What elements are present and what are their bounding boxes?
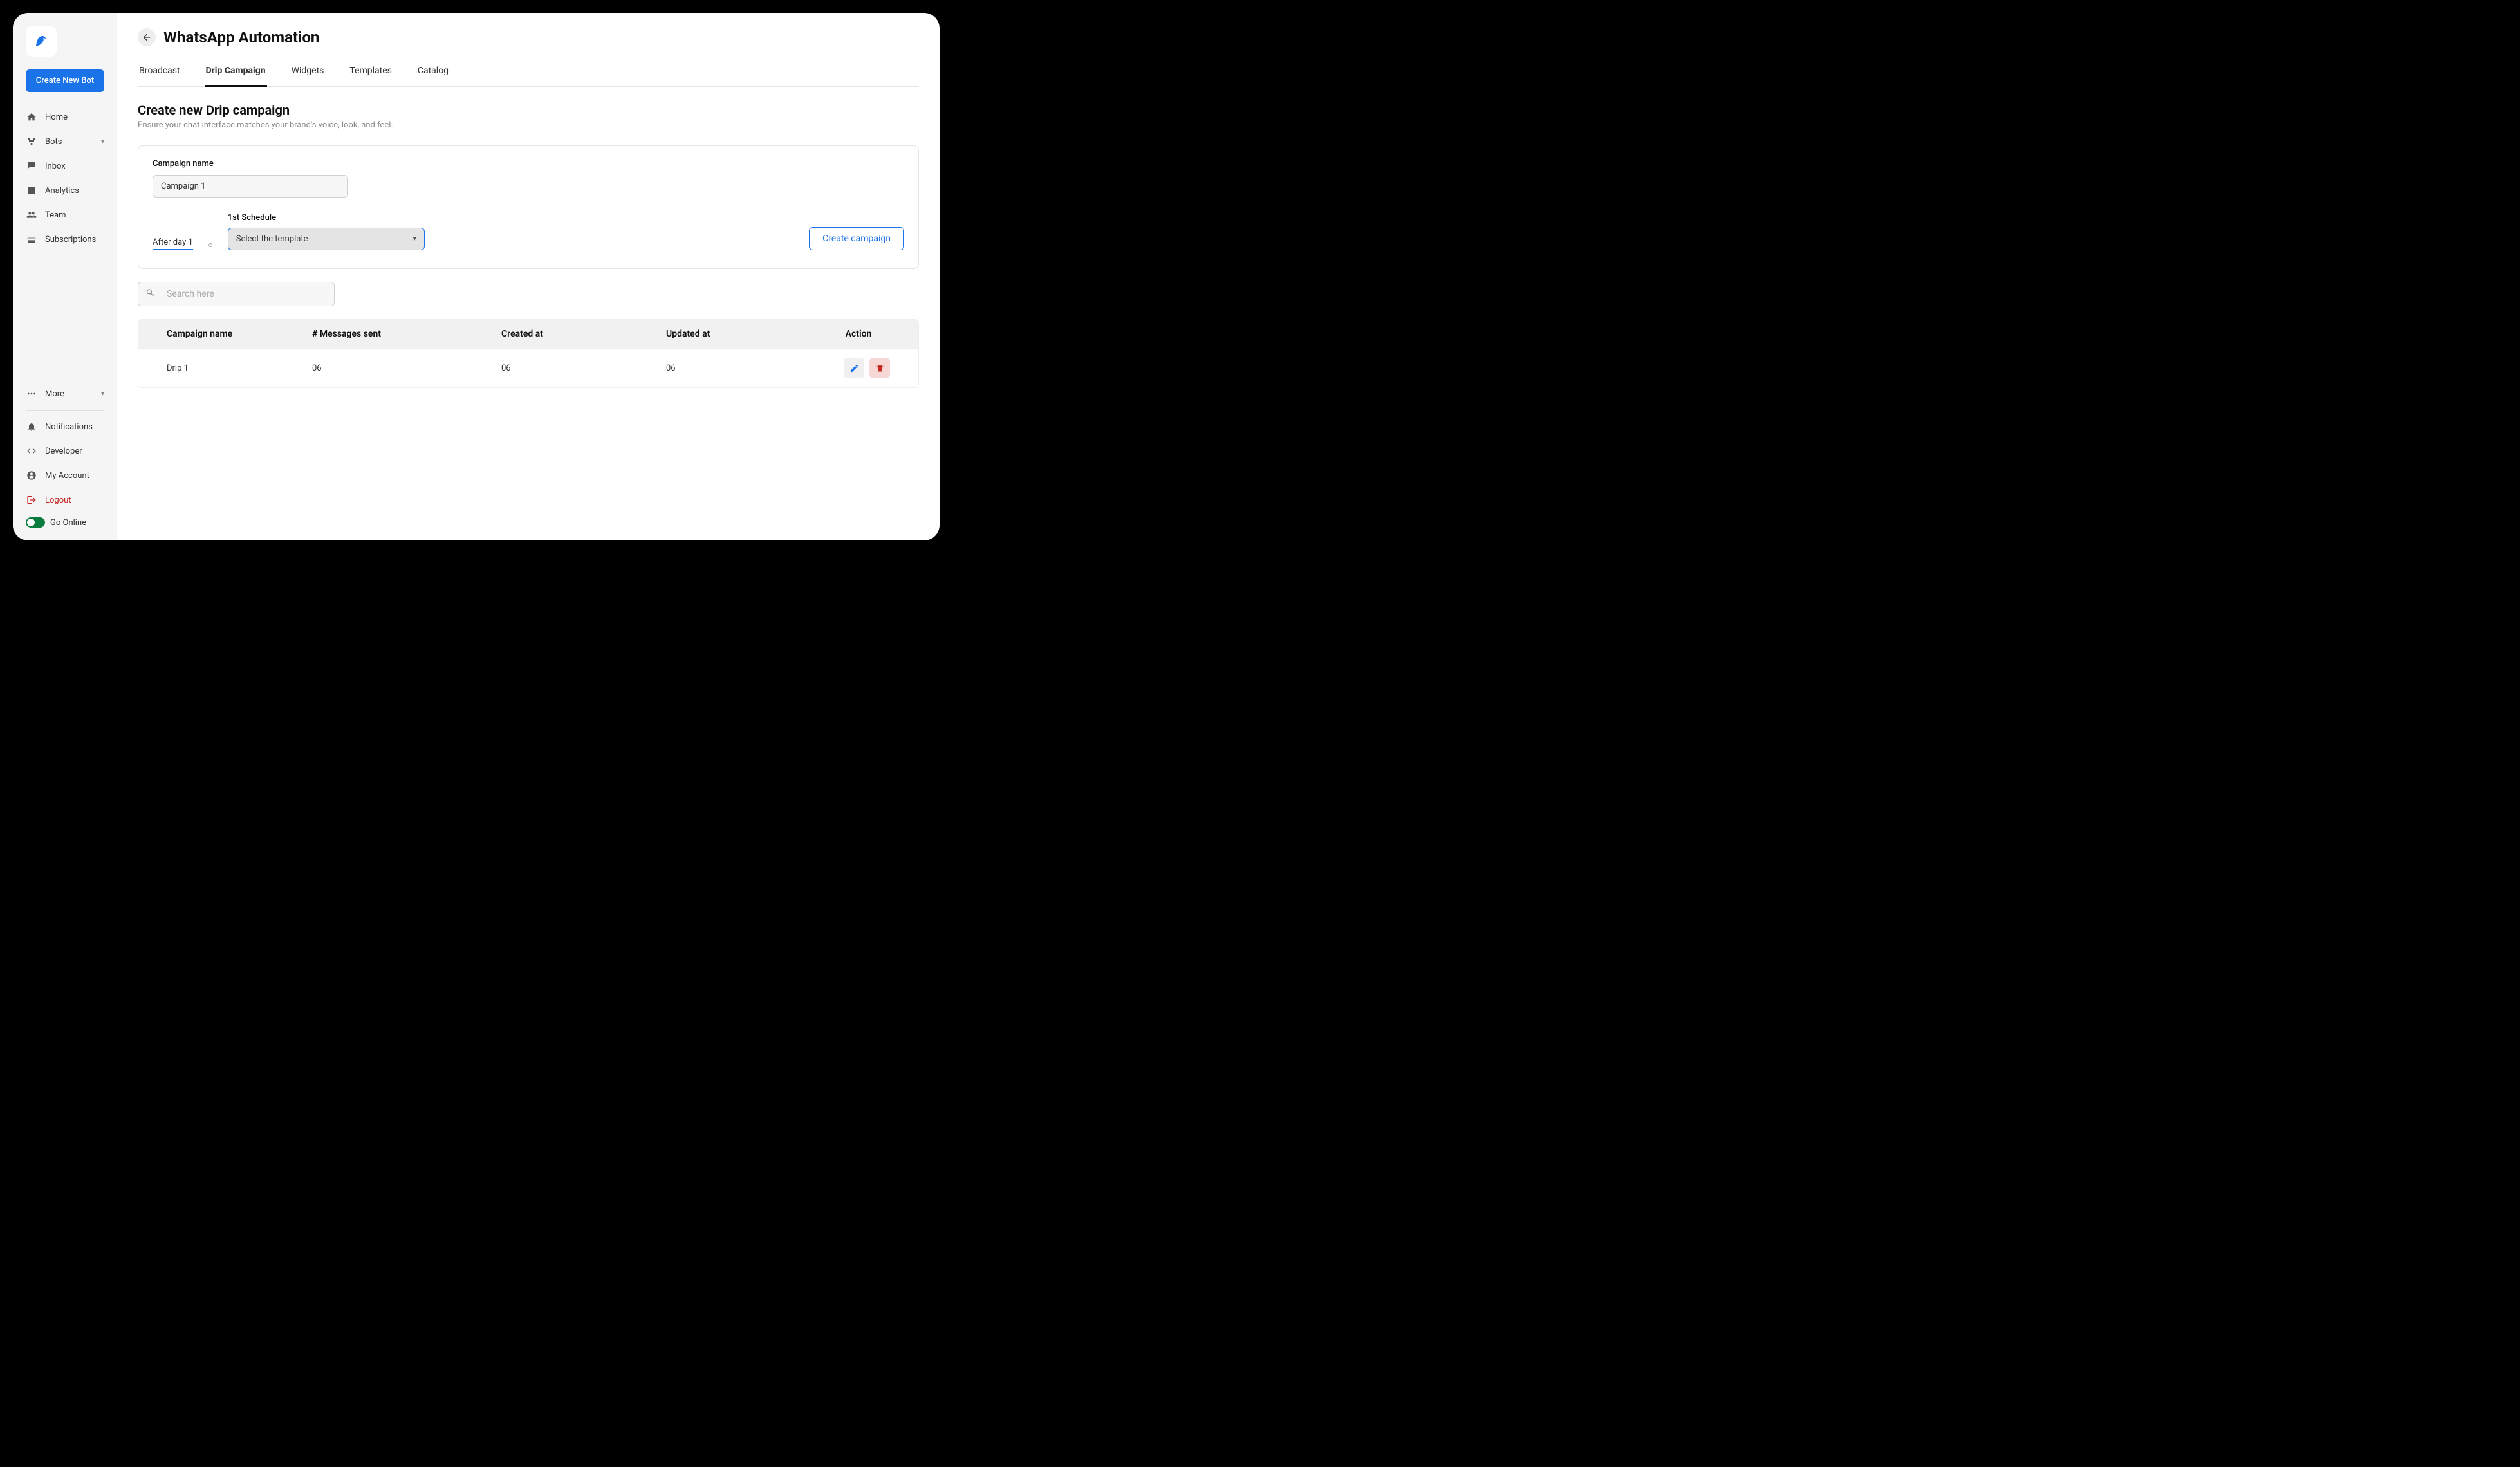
chevron-down-icon: ▾ <box>101 391 104 398</box>
table-header: Campaign name # Messages sent Created at… <box>138 320 918 348</box>
after-day-chip[interactable]: After day 1 <box>153 237 193 250</box>
action-buttons <box>827 358 890 378</box>
table-row: Drip 1 06 06 06 <box>138 348 918 387</box>
sidebar-item-my-account[interactable]: My Account <box>18 463 112 488</box>
team-icon <box>26 209 37 221</box>
sidebar-item-label: Developer <box>45 447 82 456</box>
go-online-label: Go Online <box>50 518 86 528</box>
schedule-row: After day 1 1st Schedule Select the temp… <box>153 213 904 250</box>
create-new-bot-button[interactable]: Create New Bot <box>26 69 104 92</box>
sidebar-item-bots[interactable]: Bots ▾ <box>18 129 112 154</box>
sidebar-item-notifications[interactable]: Notifications <box>18 414 112 439</box>
sidebar-item-label: More <box>45 389 64 399</box>
sidebar-item-logout[interactable]: Logout <box>18 488 112 512</box>
tab-broadcast[interactable]: Broadcast <box>138 59 181 87</box>
sidebar-item-analytics[interactable]: Analytics <box>18 178 112 203</box>
cell-updated-at: 06 <box>666 364 827 373</box>
sidebar-item-team[interactable]: Team <box>18 203 112 227</box>
bots-icon <box>26 136 37 147</box>
th-campaign-name: Campaign name <box>167 329 312 339</box>
app-shell: Create New Bot Home Bots ▾ Inbox Analyti… <box>13 13 940 540</box>
th-messages-sent: # Messages sent <box>312 329 501 339</box>
edit-button[interactable] <box>844 358 864 378</box>
timeline-dot-icon <box>208 243 212 247</box>
arrow-left-icon <box>142 32 152 42</box>
th-created-at: Created at <box>501 329 666 339</box>
account-icon <box>26 470 37 481</box>
sidebar-item-label: Bots <box>45 137 62 147</box>
schedule-label: 1st Schedule <box>228 213 425 223</box>
page-header: WhatsApp Automation <box>138 28 919 46</box>
tabs: Broadcast Drip Campaign Widgets Template… <box>138 59 919 87</box>
go-online-toggle[interactable] <box>26 517 45 528</box>
template-select[interactable]: Select the template ▾ <box>228 228 425 250</box>
pencil-icon <box>849 364 859 373</box>
search-wrap <box>138 282 335 306</box>
th-updated-at: Updated at <box>666 329 827 339</box>
more-icon <box>26 388 37 400</box>
sidebar-item-label: Home <box>45 113 68 122</box>
tab-drip-campaign[interactable]: Drip Campaign <box>205 59 267 87</box>
subscriptions-icon <box>26 234 37 245</box>
code-icon <box>26 445 37 457</box>
search-icon <box>145 288 155 300</box>
sidebar-item-inbox[interactable]: Inbox <box>18 154 112 178</box>
analytics-icon <box>26 185 37 196</box>
home-icon <box>26 111 37 123</box>
go-online-row: Go Online <box>18 512 112 533</box>
bird-icon <box>33 33 49 49</box>
tab-catalog[interactable]: Catalog <box>416 59 450 87</box>
campaigns-table: Campaign name # Messages sent Created at… <box>138 319 919 388</box>
back-button[interactable] <box>138 28 156 46</box>
sidebar-item-label: Logout <box>45 495 71 505</box>
chevron-down-icon: ▾ <box>101 138 104 145</box>
create-campaign-button[interactable]: Create campaign <box>809 227 904 250</box>
tab-widgets[interactable]: Widgets <box>290 59 326 87</box>
app-logo <box>26 26 57 57</box>
sidebar-item-label: Team <box>45 210 66 220</box>
sidebar-item-label: Inbox <box>45 161 66 171</box>
campaign-form-card: Campaign name After day 1 1st Schedule S… <box>138 145 919 269</box>
search-input[interactable] <box>138 282 335 306</box>
sidebar: Create New Bot Home Bots ▾ Inbox Analyti… <box>13 13 117 540</box>
sidebar-item-more[interactable]: More ▾ <box>18 382 112 406</box>
campaign-name-input[interactable] <box>153 175 348 198</box>
th-action: Action <box>827 329 890 339</box>
inbox-icon <box>26 160 37 172</box>
section-title: Create new Drip campaign <box>138 102 919 118</box>
schedule-column: 1st Schedule Select the template ▾ <box>228 213 425 250</box>
sidebar-item-label: Subscriptions <box>45 235 96 244</box>
campaign-name-label: Campaign name <box>153 159 904 169</box>
sidebar-item-label: Analytics <box>45 186 79 196</box>
sidebar-item-home[interactable]: Home <box>18 105 112 129</box>
sidebar-divider <box>26 410 104 411</box>
delete-button[interactable] <box>869 358 890 378</box>
trash-icon <box>875 364 885 373</box>
cell-messages-sent: 06 <box>312 364 501 373</box>
main-content: WhatsApp Automation Broadcast Drip Campa… <box>117 13 940 540</box>
bell-icon <box>26 421 37 432</box>
tab-templates[interactable]: Templates <box>348 59 393 87</box>
sidebar-item-label: My Account <box>45 471 89 481</box>
section-subtitle: Ensure your chat interface matches your … <box>138 120 919 130</box>
template-select-value: Select the template <box>236 234 308 244</box>
sidebar-item-subscriptions[interactable]: Subscriptions <box>18 227 112 252</box>
logout-icon <box>26 494 37 506</box>
caret-down-icon: ▾ <box>413 235 416 243</box>
cell-campaign-name: Drip 1 <box>167 364 312 373</box>
page-title: WhatsApp Automation <box>163 28 319 46</box>
cell-created-at: 06 <box>501 364 666 373</box>
sidebar-item-developer[interactable]: Developer <box>18 439 112 463</box>
sidebar-item-label: Notifications <box>45 422 93 432</box>
